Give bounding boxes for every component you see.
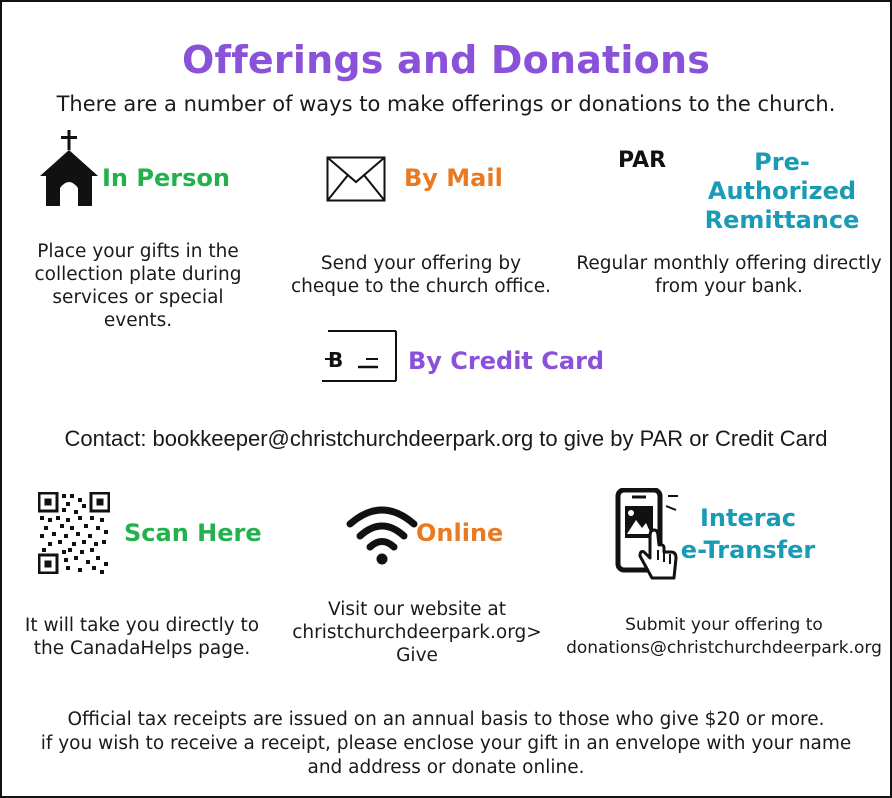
scan-here-description: It will take you directly to the CanadaH… [24, 615, 260, 659]
qr-code-icon [38, 492, 110, 574]
online-description: Visit our website at christchurchdeerpar… [292, 599, 542, 666]
par-heading: Pre-Authorized Remittance [704, 148, 860, 234]
page-subtitle: There are a number of ways to make offer… [56, 92, 836, 116]
by-mail-heading: By Mail [404, 164, 503, 192]
donation-flyer: Offerings and Donations There are a numb… [0, 0, 892, 798]
credit-card-icon: B [322, 330, 397, 382]
interac-description: Submit your offering to donations@christ… [566, 615, 882, 658]
tax-receipt-note: Official tax receipts are issued on an a… [40, 709, 852, 778]
credit-card-heading: By Credit Card [408, 347, 605, 375]
par-label: PAR [618, 148, 667, 173]
scan-here-heading: Scan Here [124, 519, 262, 547]
by-mail-description: Send your offering by cheque to the chur… [291, 253, 551, 297]
phone-tap-icon [615, 488, 678, 580]
church-icon [40, 130, 98, 206]
wifi-icon [346, 506, 418, 565]
in-person-description: Place your gifts in the collection plate… [34, 241, 242, 331]
online-heading: Online [416, 519, 504, 547]
interac-heading: Interac e-Transfer [680, 504, 816, 564]
envelope-icon [326, 156, 386, 202]
page-title: Offerings and Donations [181, 38, 711, 82]
in-person-heading: In Person [102, 164, 230, 192]
contact-line: Contact: bookkeeper@christchurchdeerpark… [64, 426, 828, 451]
par-description: Regular monthly offering directly from y… [576, 253, 882, 297]
